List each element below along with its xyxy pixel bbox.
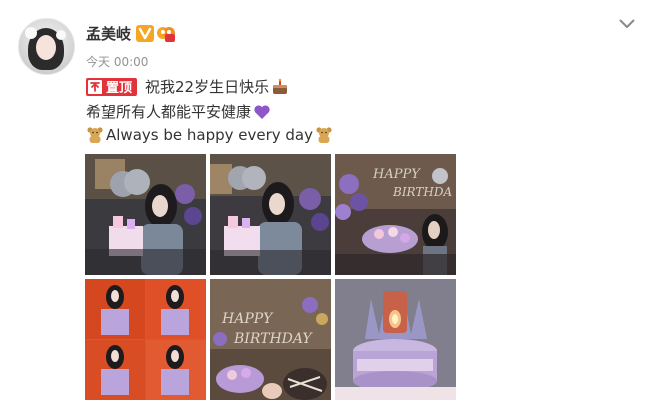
photo-6-image xyxy=(335,279,456,400)
photo-tile-5[interactable]: HAPPY BIRTHDAY xyxy=(210,279,331,400)
cake-emoji-icon xyxy=(273,78,288,94)
photo-1-image xyxy=(85,154,206,275)
member-icon[interactable] xyxy=(156,24,176,43)
photo-tile-2[interactable] xyxy=(210,154,331,275)
post-text-line-3: Always be happy every day xyxy=(106,126,313,144)
chevron-down-icon xyxy=(619,19,635,28)
username[interactable]: 孟美岐 xyxy=(86,23,131,44)
post-text-line-1: 祝我22岁生日快乐 xyxy=(145,78,270,96)
post-line-1: 置顶 祝我22岁生日快乐 xyxy=(86,76,289,97)
avatar[interactable] xyxy=(18,18,75,75)
bear-emoji-icon xyxy=(316,127,332,143)
photo-tile-4[interactable] xyxy=(85,279,206,400)
photo-tile-1[interactable] xyxy=(85,154,206,275)
photo-5-image: HAPPY BIRTHDAY xyxy=(210,279,331,400)
post-line-3: Always be happy every day xyxy=(86,126,333,144)
photo-3-image: HAPPY BIRTHDA xyxy=(335,154,456,275)
pin-label: 置顶 xyxy=(106,81,133,96)
purple-heart-emoji-icon xyxy=(254,104,270,119)
bear-emoji-icon xyxy=(87,127,103,143)
avatar-flower xyxy=(25,27,37,39)
photo-4-image xyxy=(85,279,206,400)
svg-text:BIRTHDA: BIRTHDA xyxy=(392,185,452,199)
pinned-badge: 置顶 xyxy=(86,77,138,96)
photo-2-image xyxy=(210,154,331,275)
photo-tile-3[interactable]: HAPPY BIRTHDA xyxy=(335,154,456,275)
post-text-line-2: 希望所有人都能平安健康 xyxy=(86,103,252,121)
avatar-face xyxy=(36,35,56,60)
vip-verified-icon[interactable] xyxy=(136,25,154,42)
pin-icon xyxy=(88,79,102,94)
more-options-button[interactable] xyxy=(616,13,638,35)
post-timestamp[interactable]: 今天 00:00 xyxy=(86,53,148,70)
svg-text:HAPPY: HAPPY xyxy=(221,311,274,327)
photo-tile-6[interactable] xyxy=(335,279,456,400)
svg-text:BIRTHDAY: BIRTHDAY xyxy=(233,331,313,347)
post-line-2: 希望所有人都能平安健康 xyxy=(86,101,271,122)
svg-text:HAPPY: HAPPY xyxy=(372,167,421,182)
